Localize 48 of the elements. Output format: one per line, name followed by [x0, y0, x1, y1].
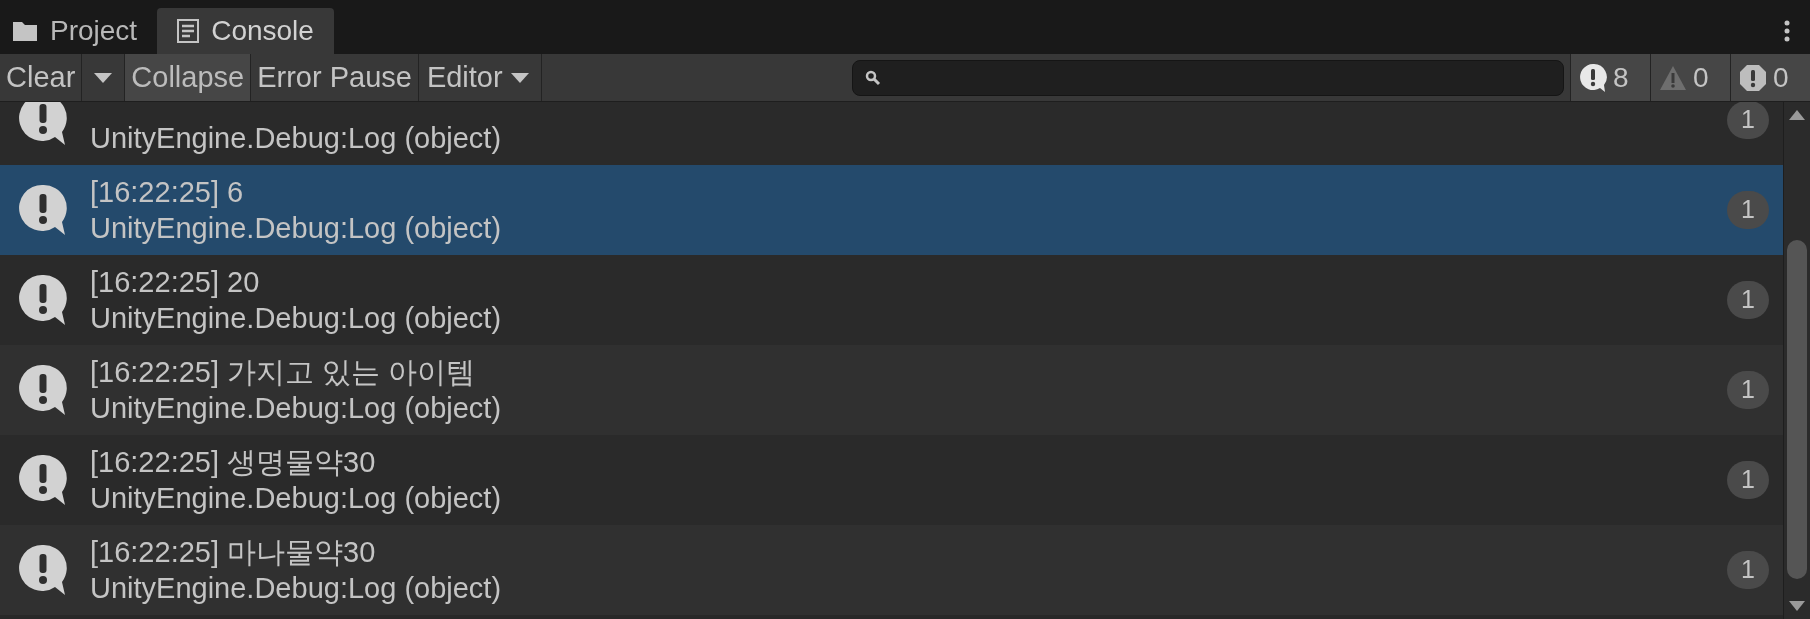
log-entry[interactable]: [16:22:25] 마나물약30 UnityEngine.Debug:Log (object) 1	[0, 525, 1783, 615]
info-bubble-icon	[1579, 62, 1607, 93]
log-entry[interactable]: [16:22:25] 가지고 있는 아이템 UnityEngine.Debug:Log (object) 1	[0, 345, 1783, 435]
log-source: UnityEngine.Debug:Log (object)	[90, 211, 503, 246]
scroll-up-arrow-icon[interactable]	[1789, 110, 1805, 120]
count-badge: 1	[1727, 102, 1769, 139]
count-badge: 1	[1727, 551, 1769, 589]
info-bubble-icon	[18, 183, 68, 237]
search-field[interactable]	[852, 59, 1564, 96]
scrollbar-thumb[interactable]	[1787, 240, 1807, 579]
scroll-down-arrow-icon[interactable]	[1789, 601, 1805, 611]
tab[interactable]: Console	[157, 8, 334, 54]
scrollbar[interactable]	[1783, 102, 1810, 619]
log-source: UnityEngine.Debug:Log (object)	[90, 391, 503, 426]
log-count-toggle[interactable]: 0	[1730, 54, 1810, 101]
log-count-toggle[interactable]: 8	[1570, 54, 1650, 101]
tab[interactable]: Project	[0, 8, 150, 54]
log-source: UnityEngine.Debug:Log (object)	[90, 121, 503, 156]
log-message: [16:22:25] 20	[90, 265, 261, 300]
search-icon	[865, 69, 881, 86]
console-icon	[177, 19, 200, 43]
log-source: UnityEngine.Debug:Log (object)	[90, 481, 503, 516]
folder-icon	[12, 20, 38, 42]
log-message: [16:22:25] 마나물약30	[90, 535, 377, 570]
log-source: UnityEngine.Debug:Log (object)	[90, 301, 503, 336]
log-message: [16:22:25] 6	[90, 175, 245, 210]
more-options-icon[interactable]	[1784, 20, 1790, 42]
count-badge: 1	[1727, 281, 1769, 319]
log-message: [16:22:25] 생명물약30	[90, 445, 377, 480]
count-badge: 1	[1727, 461, 1769, 499]
caret-icon	[94, 72, 113, 83]
caret-icon	[510, 72, 529, 83]
info-bubble-icon	[18, 273, 68, 327]
log-count-toggle[interactable]: 0	[1650, 54, 1730, 101]
log-source: UnityEngine.Debug:Log (object)	[90, 571, 503, 606]
dropdown-button[interactable]: Editor	[417, 54, 541, 101]
log-entry[interactable]: [16:22:25] 6 UnityEngine.Debug:Log (object) 1	[0, 165, 1783, 255]
error-icon	[1739, 63, 1767, 92]
count-badge: 1	[1727, 191, 1769, 229]
info-bubble-icon	[18, 453, 68, 507]
warning-icon	[1659, 64, 1687, 91]
info-bubble-icon	[18, 363, 68, 417]
log-message: [16:22:25] 가지고 있는 아이템	[90, 355, 477, 390]
toggle-button[interactable]: Error Pause	[250, 54, 418, 101]
info-bubble-icon	[18, 543, 68, 597]
count-badge: 1	[1727, 371, 1769, 409]
toggle-button[interactable]: Collapse	[124, 54, 251, 101]
toolbar-button[interactable]: Clear	[0, 54, 82, 101]
